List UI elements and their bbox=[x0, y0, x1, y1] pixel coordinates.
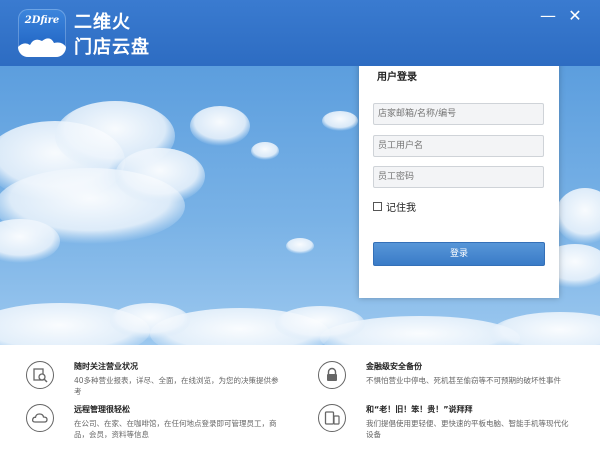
sky-background: 用户登录 记住我 登录 bbox=[0, 66, 600, 345]
minimize-button[interactable]: — bbox=[538, 6, 558, 26]
app-logo: 2Dfire bbox=[18, 9, 66, 57]
feature-title: 和“老！旧！笨！贵！”说拜拜 bbox=[366, 405, 473, 414]
feature-item: 和“老！旧！笨！贵！”说拜拜 我们提倡使用更轻便、更快速的平板电脑、智能手机等现… bbox=[318, 404, 588, 449]
store-input[interactable] bbox=[373, 103, 544, 125]
brand-name: 二维火 bbox=[74, 12, 131, 33]
feature-description: 40多种营业报表，详尽、全面，在线浏览，为您的决策提供参考 bbox=[74, 376, 279, 396]
password-input[interactable] bbox=[373, 166, 544, 188]
brand-subtitle: 门店云盘 bbox=[74, 37, 150, 58]
title-bar: 2Dfire 二维火 门店云盘 — ✕ bbox=[0, 0, 600, 66]
login-button[interactable]: 登录 bbox=[373, 242, 545, 266]
lock-icon bbox=[318, 361, 346, 389]
remember-me-toggle[interactable]: 记住我 bbox=[373, 200, 416, 214]
phone-tablet-icon bbox=[318, 404, 346, 432]
feature-item: 远程管理很轻松 在公司、在家、在咖啡馆，在任何地点登录即可管理员工，商品，会员，… bbox=[26, 404, 296, 449]
cloud-icon bbox=[26, 404, 54, 432]
feature-description: 不惧怕营业中停电、死机甚至偷窃等不可预期的破坏性事件 bbox=[366, 376, 561, 385]
remember-me-label: 记住我 bbox=[386, 202, 416, 214]
remember-me-checkbox[interactable] bbox=[373, 201, 382, 211]
feature-title: 远程管理很轻松 bbox=[74, 405, 130, 414]
feature-description: 我们提倡使用更轻便、更快速的平板电脑、智能手机等现代化设备 bbox=[366, 419, 569, 439]
login-title: 用户登录 bbox=[377, 72, 417, 83]
staff-username-input[interactable] bbox=[373, 135, 544, 157]
feature-strip: 随时关注营业状况 40多种营业报表，详尽、全面，在线浏览，为您的决策提供参考 金… bbox=[0, 345, 600, 450]
feature-title: 金融级安全备份 bbox=[366, 362, 422, 371]
feature-item: 随时关注营业状况 40多种营业报表，详尽、全面，在线浏览，为您的决策提供参考 bbox=[26, 361, 296, 406]
logo-cloud-icon bbox=[18, 38, 66, 57]
feature-description: 在公司、在家、在咖啡馆，在任何地点登录即可管理员工，商品，会员，资料等信息 bbox=[74, 419, 277, 439]
logo-text: 2Dfire bbox=[24, 15, 60, 26]
feature-title: 随时关注营业状况 bbox=[74, 362, 138, 371]
login-panel: 用户登录 记住我 登录 bbox=[359, 66, 559, 298]
feature-item: 金融级安全备份 不惧怕营业中停电、死机甚至偷窃等不可预期的破坏性事件 bbox=[318, 361, 588, 406]
document-magnifier-icon bbox=[26, 361, 54, 389]
close-button[interactable]: ✕ bbox=[565, 6, 585, 26]
